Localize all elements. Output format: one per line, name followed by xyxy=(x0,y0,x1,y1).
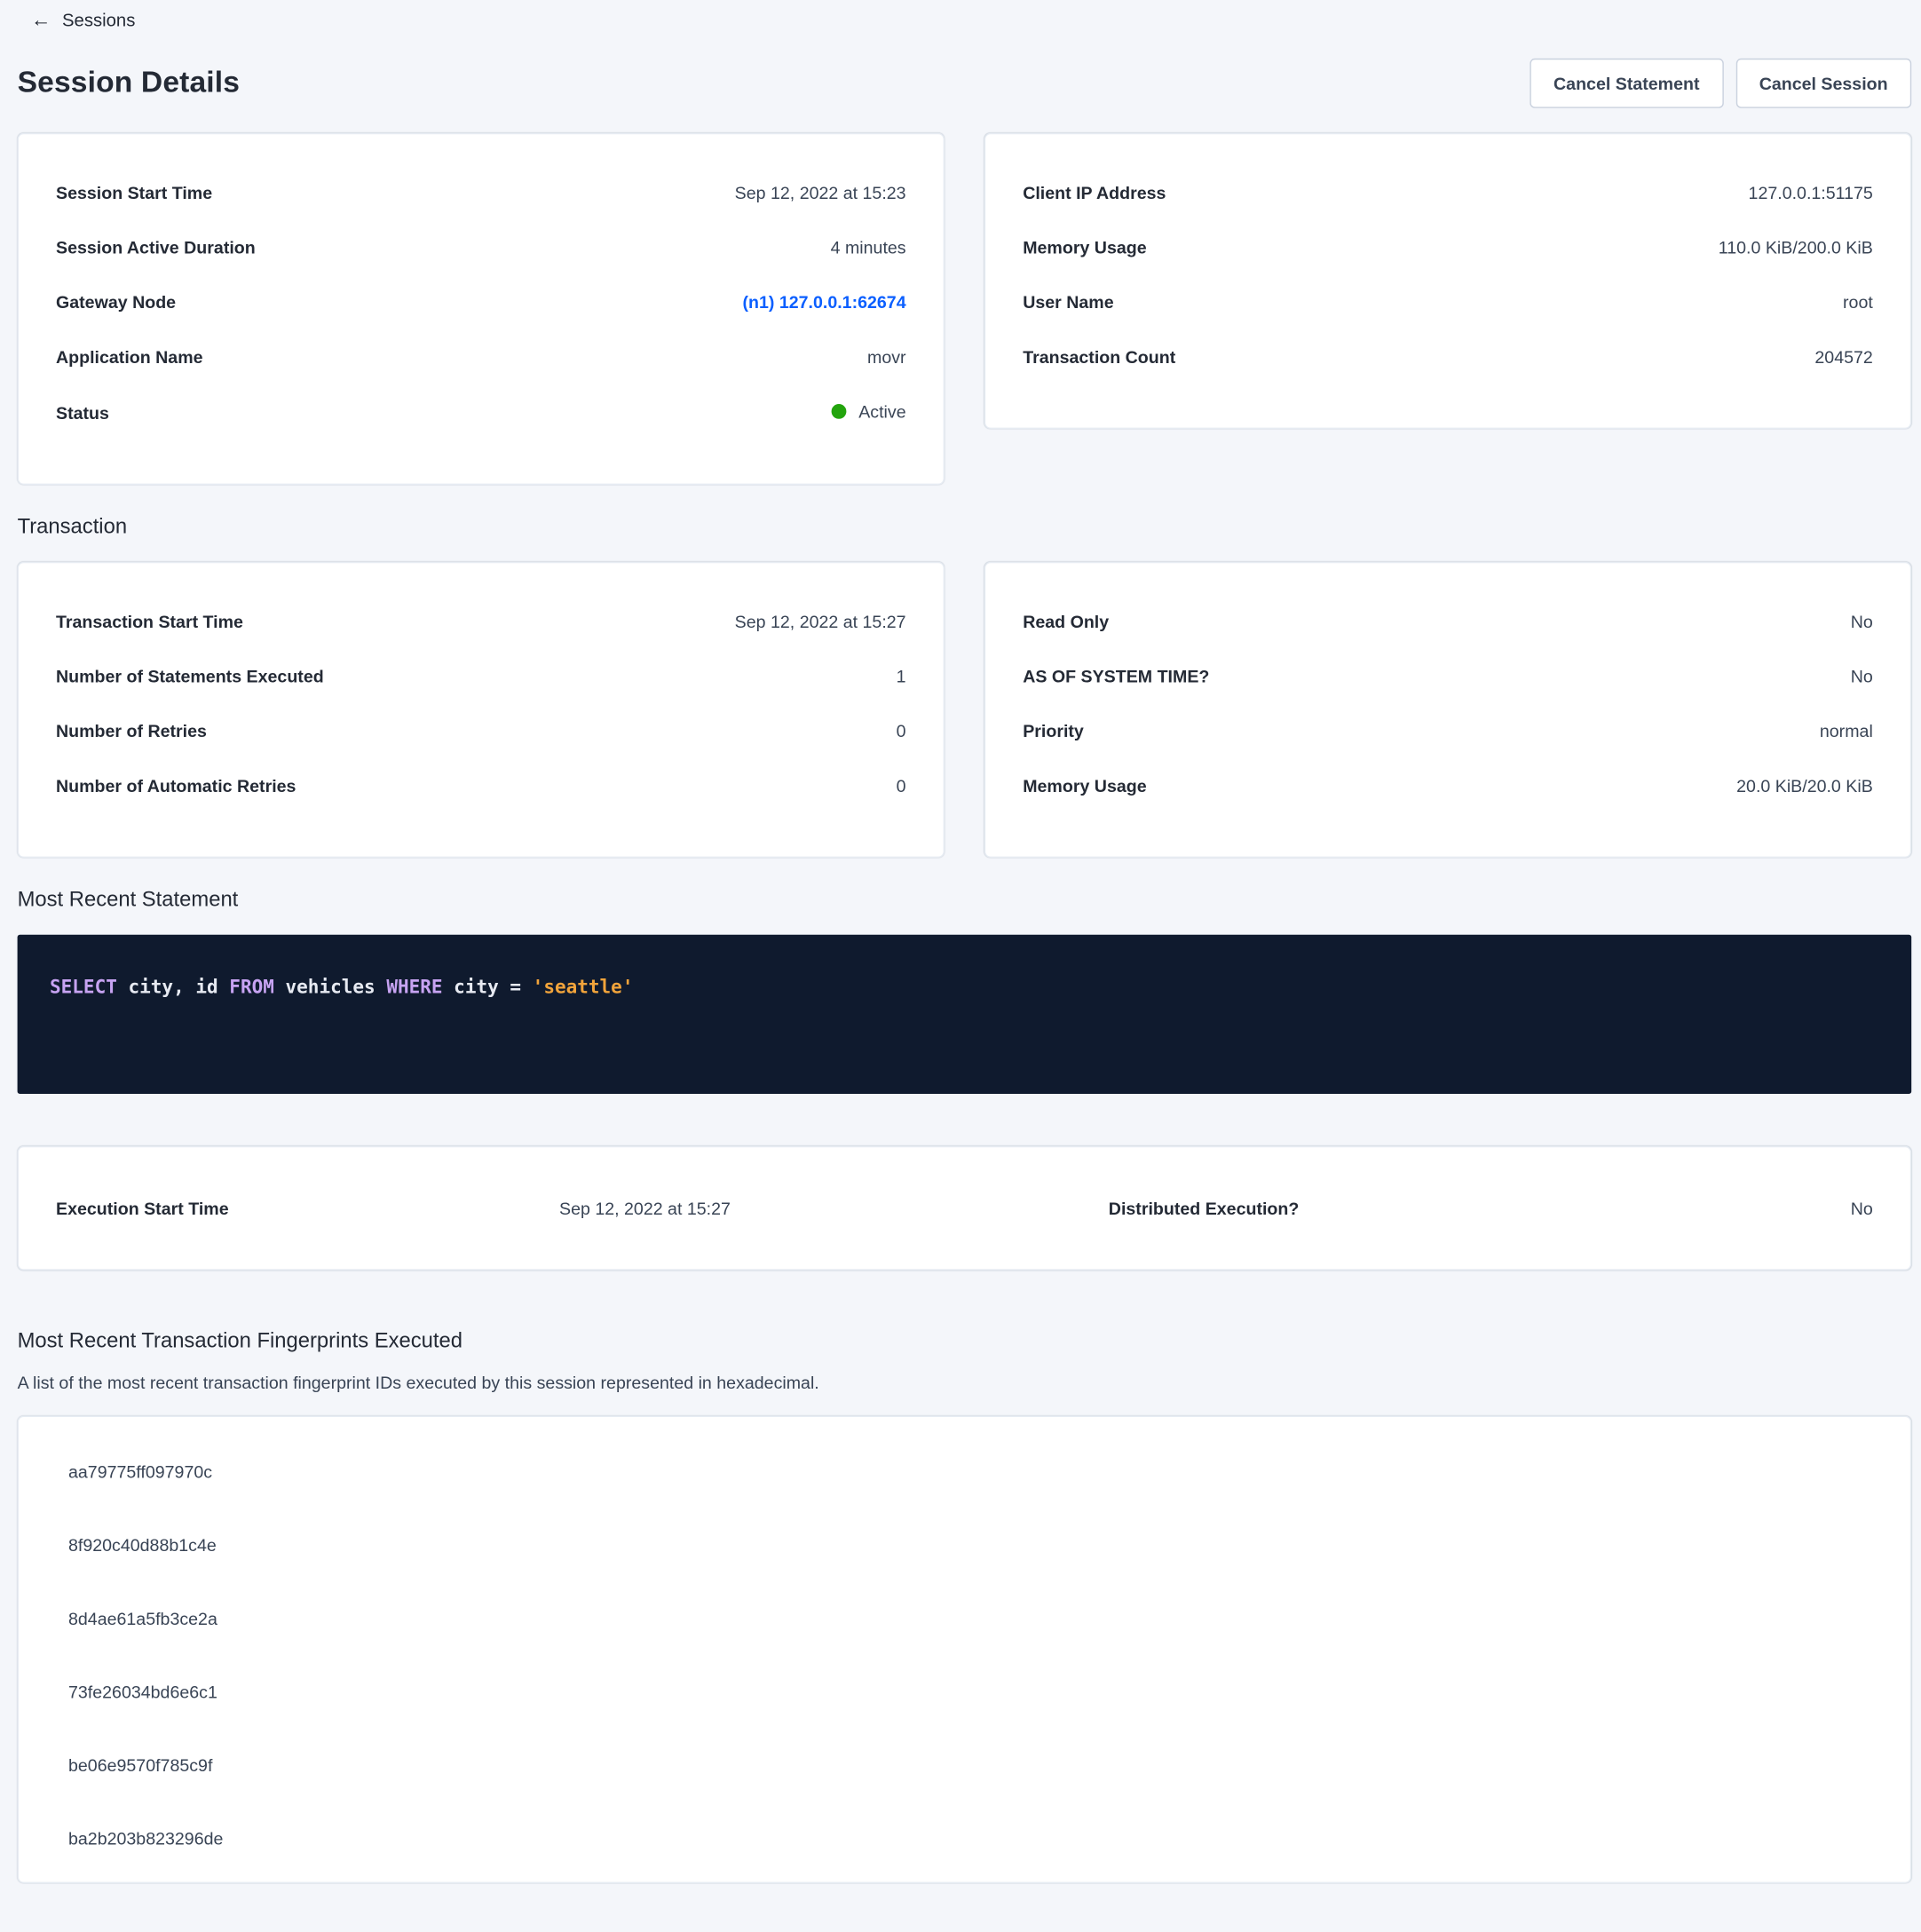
sql-token-condition: city = xyxy=(443,976,533,998)
sql-token-where: WHERE xyxy=(386,976,442,998)
sql-token-select: SELECT xyxy=(50,976,117,998)
statements-executed-label: Number of Statements Executed xyxy=(56,665,324,687)
execution-start-time-label: Execution Start Time xyxy=(56,1199,559,1218)
breadcrumb-label: Sessions xyxy=(62,12,135,31)
distributed-execution-value: No xyxy=(1851,1199,1873,1218)
automatic-retries-label: Number of Automatic Retries xyxy=(56,774,296,796)
fingerprint-item: be06e9570f785c9f xyxy=(19,1728,1910,1801)
txn-memory-usage-value: 20.0 KiB/20.0 KiB xyxy=(1736,774,1873,796)
transaction-info-card: Transaction Start Time Sep 12, 2022 at 1… xyxy=(18,562,945,858)
read-only-row: Read Only No xyxy=(1023,610,1873,632)
distributed-execution-label: Distributed Execution? xyxy=(1109,1199,1851,1218)
transaction-count-label: Transaction Count xyxy=(1023,345,1175,368)
client-ip-value: 127.0.0.1:51175 xyxy=(1749,181,1873,203)
txn-memory-usage-label: Memory Usage xyxy=(1023,774,1146,796)
transaction-start-time-label: Transaction Start Time xyxy=(56,610,243,632)
application-name-value: movr xyxy=(867,345,906,368)
transaction-start-time-row: Transaction Start Time Sep 12, 2022 at 1… xyxy=(56,610,906,632)
fingerprint-item: 8d4ae61a5fb3ce2a xyxy=(19,1581,1910,1655)
page-header: Session Details Cancel Statement Cancel … xyxy=(18,59,1912,108)
priority-label: Priority xyxy=(1023,720,1084,742)
transaction-start-time-value: Sep 12, 2022 at 15:27 xyxy=(735,610,906,632)
transaction-grid: Transaction Start Time Sep 12, 2022 at 1… xyxy=(18,562,1912,858)
session-start-time-label: Session Start Time xyxy=(56,181,212,203)
client-ip-label: Client IP Address xyxy=(1023,181,1166,203)
sql-statement: SELECT city, id FROM vehicles WHERE city… xyxy=(50,975,1879,1000)
status-label: Status xyxy=(56,401,109,424)
gateway-node-row: Gateway Node (n1) 127.0.0.1:62674 xyxy=(56,291,906,313)
session-summary-grid: Session Start Time Sep 12, 2022 at 15:23… xyxy=(18,133,1912,485)
sql-token-columns: city, id xyxy=(117,976,229,998)
execution-start-time-value: Sep 12, 2022 at 15:27 xyxy=(559,1199,1109,1218)
header-actions: Cancel Statement Cancel Session xyxy=(1530,59,1911,108)
transaction-props-card: Read Only No AS OF SYSTEM TIME? No Prior… xyxy=(984,562,1911,858)
session-info-card: Session Start Time Sep 12, 2022 at 15:23… xyxy=(18,133,945,485)
fingerprints-section-heading: Most Recent Transaction Fingerprints Exe… xyxy=(18,1329,1912,1354)
cancel-session-button[interactable]: Cancel Session xyxy=(1735,59,1911,108)
session-active-duration-row: Session Active Duration 4 minutes xyxy=(56,236,906,258)
session-active-duration-value: 4 minutes xyxy=(831,236,906,258)
as-of-system-time-label: AS OF SYSTEM TIME? xyxy=(1023,665,1209,687)
retries-value: 0 xyxy=(897,720,906,742)
automatic-retries-value: 0 xyxy=(897,774,906,796)
automatic-retries-row: Number of Automatic Retries 0 xyxy=(56,774,906,796)
breadcrumb-back-sessions[interactable]: ← Sessions xyxy=(18,0,136,31)
page-title: Session Details xyxy=(18,66,240,100)
user-name-row: User Name root xyxy=(1023,291,1873,313)
fingerprints-card: aa79775ff097970c 8f920c40d88b1c4e 8d4ae6… xyxy=(18,1416,1912,1883)
session-details-page: ← Sessions Session Details Cancel Statem… xyxy=(0,0,1921,1932)
status-value-wrap: Active xyxy=(831,400,905,423)
memory-usage-row: Memory Usage 110.0 KiB/200.0 KiB xyxy=(1023,236,1873,258)
fingerprint-item: 73fe26034bd6e6c1 xyxy=(19,1654,1910,1728)
memory-usage-label: Memory Usage xyxy=(1023,236,1146,258)
memory-usage-value: 110.0 KiB/200.0 KiB xyxy=(1719,236,1873,258)
user-name-label: User Name xyxy=(1023,291,1113,313)
fingerprint-item: 8f920c40d88b1c4e xyxy=(19,1508,1910,1581)
fingerprint-item: aa79775ff097970c xyxy=(19,1435,1910,1508)
fingerprint-item: ba2b203b823296de xyxy=(19,1801,1910,1875)
sql-token-string-literal: 'seattle' xyxy=(533,976,634,998)
session-start-time-value: Sep 12, 2022 at 15:23 xyxy=(735,181,906,203)
transaction-count-row: Transaction Count 204572 xyxy=(1023,345,1873,368)
client-ip-row: Client IP Address 127.0.0.1:51175 xyxy=(1023,181,1873,203)
transaction-section-heading: Transaction xyxy=(18,515,1912,540)
as-of-system-time-row: AS OF SYSTEM TIME? No xyxy=(1023,665,1873,687)
priority-value: normal xyxy=(1820,720,1873,742)
gateway-node-label: Gateway Node xyxy=(56,291,176,313)
application-name-label: Application Name xyxy=(56,345,203,368)
user-name-value: root xyxy=(1843,291,1873,313)
read-only-value: No xyxy=(1851,610,1873,632)
retries-label: Number of Retries xyxy=(56,720,207,742)
gateway-node-link[interactable]: (n1) 127.0.0.1:62674 xyxy=(742,291,905,313)
back-arrow-icon: ← xyxy=(31,12,51,31)
txn-memory-usage-row: Memory Usage 20.0 KiB/20.0 KiB xyxy=(1023,774,1873,796)
statements-executed-row: Number of Statements Executed 1 xyxy=(56,665,906,687)
application-name-row: Application Name movr xyxy=(56,345,906,368)
transaction-count-value: 204572 xyxy=(1814,345,1872,368)
statements-executed-value: 1 xyxy=(897,665,906,687)
priority-row: Priority normal xyxy=(1023,720,1873,742)
session-start-time-row: Session Start Time Sep 12, 2022 at 15:23 xyxy=(56,181,906,203)
session-active-duration-label: Session Active Duration xyxy=(56,236,256,258)
status-active-dot-icon xyxy=(831,404,846,419)
client-info-card: Client IP Address 127.0.0.1:51175 Memory… xyxy=(984,133,1911,429)
status-badge: Active xyxy=(858,400,905,423)
status-row: Status Active xyxy=(56,400,906,424)
fingerprints-description: A list of the most recent transaction fi… xyxy=(18,1371,1912,1395)
as-of-system-time-value: No xyxy=(1851,665,1873,687)
sql-token-from: FROM xyxy=(229,976,274,998)
sql-code-block: SELECT city, id FROM vehicles WHERE city… xyxy=(18,935,1912,1094)
retries-row: Number of Retries 0 xyxy=(56,720,906,742)
statement-section-heading: Most Recent Statement xyxy=(18,888,1912,913)
sql-token-table: vehicles xyxy=(274,976,386,998)
read-only-label: Read Only xyxy=(1023,610,1109,632)
execution-summary-card: Execution Start Time Sep 12, 2022 at 15:… xyxy=(18,1146,1912,1271)
cancel-statement-button[interactable]: Cancel Statement xyxy=(1530,59,1723,108)
